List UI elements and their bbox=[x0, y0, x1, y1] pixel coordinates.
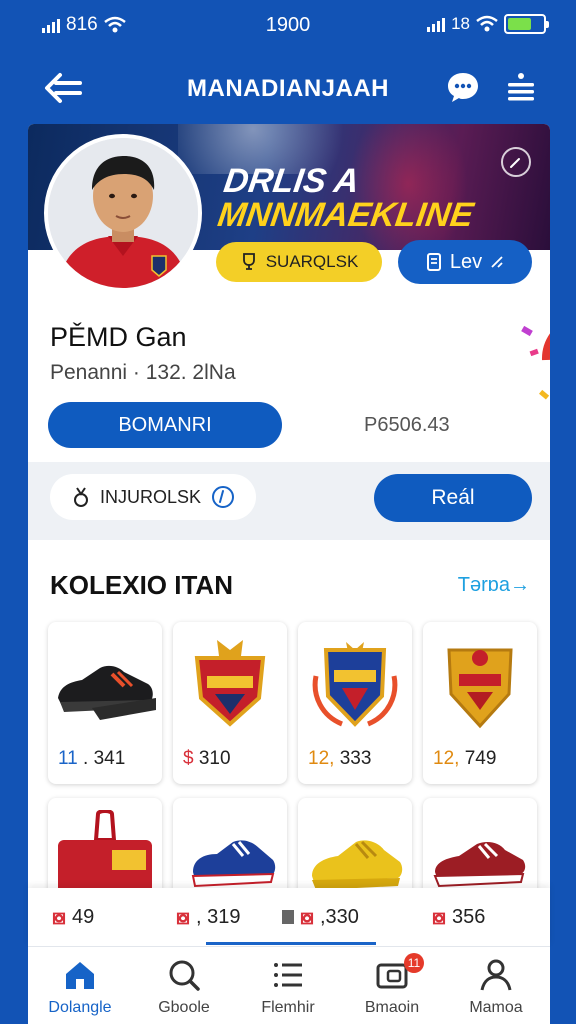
injury-label: INJUROLSK bbox=[100, 486, 202, 507]
price-value: ,330 bbox=[320, 905, 359, 928]
tab-home[interactable]: Dolangle bbox=[28, 947, 132, 1024]
compass-icon[interactable] bbox=[500, 146, 532, 178]
list-icon bbox=[274, 963, 302, 987]
item-price: 12, 749 bbox=[433, 748, 497, 769]
injury-selector[interactable]: INJUROLSK bbox=[50, 474, 256, 520]
level-button[interactable]: Lev bbox=[398, 240, 532, 284]
edit-icon bbox=[491, 256, 503, 268]
level-icon bbox=[426, 253, 441, 271]
currency-icon: ⧇ bbox=[52, 904, 66, 929]
status-bar: 816 1900 18 bbox=[0, 0, 576, 50]
tab-label: Bmaoin bbox=[364, 999, 420, 1016]
see-all-link[interactable]: Tərɒa→ bbox=[458, 574, 530, 597]
tab-label: Gboole bbox=[158, 999, 210, 1016]
search-icon bbox=[169, 960, 200, 991]
trophy-icon bbox=[242, 253, 255, 270]
level-label: Lev bbox=[449, 250, 483, 273]
menu-icon bbox=[508, 73, 534, 101]
price-value: 49 bbox=[72, 905, 95, 928]
price-item[interactable]: ⧇ 49 bbox=[52, 904, 94, 930]
currency-icon: ⧇ bbox=[176, 904, 190, 929]
collection-item-black-sneaker[interactable]: 11 . 341 bbox=[48, 622, 162, 784]
crest-icon bbox=[447, 648, 513, 729]
price-summary-row: ⧇ 49 ⧇ , 319 ⧇ ,330 ⧇ 356 bbox=[28, 888, 550, 946]
crest-icon bbox=[194, 640, 266, 727]
price-item[interactable]: ⧇ , 319 bbox=[176, 904, 240, 930]
tab-profile[interactable]: Mamoa bbox=[444, 947, 548, 1024]
rank-badge[interactable]: SUARQLSK bbox=[216, 242, 382, 282]
player-subtitle: Penanni · 132. 2lNa bbox=[50, 361, 236, 384]
price-value: , 319 bbox=[196, 905, 241, 928]
signal-icon bbox=[427, 16, 446, 32]
page-title: MANADIANJAAH bbox=[187, 75, 389, 102]
real-button[interactable]: Reál bbox=[374, 474, 532, 522]
item-price: $ 310 bbox=[183, 748, 231, 769]
item-price: 12, 333 bbox=[308, 748, 372, 769]
reference-code: P6506.43 bbox=[364, 414, 450, 436]
price-value: 356 bbox=[452, 905, 486, 928]
bottom-tab-bar: Dolangle Gboole Flemhir 11 Bmaoin Mamoa bbox=[28, 946, 550, 1024]
tab-wallet[interactable]: 11 Bmaoin bbox=[340, 947, 444, 1024]
rank-label: SUARQLSK bbox=[265, 252, 359, 271]
menu-button[interactable] bbox=[504, 70, 538, 104]
currency-icon: ⧇ bbox=[432, 904, 446, 929]
banner-subtitle: MNNMAEKLINE bbox=[215, 196, 476, 234]
tab-list[interactable]: Flemhir bbox=[236, 947, 340, 1024]
price-item[interactable]: ⧇ 356 bbox=[432, 904, 485, 930]
player-photo bbox=[48, 138, 198, 288]
tab-label: Flemhir bbox=[261, 999, 315, 1016]
crest-icon bbox=[312, 642, 398, 727]
collection-item-red-sneaker[interactable] bbox=[423, 798, 537, 898]
currency-icon: ⧇ bbox=[300, 904, 314, 929]
action-strip: INJUROLSK Reál bbox=[28, 462, 550, 540]
collection-item-gold-crest[interactable]: 12, 749 bbox=[423, 622, 537, 784]
collection-item-yellow-sneaker[interactable] bbox=[298, 798, 412, 898]
section-title: KOLEXIO ITAN bbox=[50, 570, 233, 600]
notification-badge: 11 bbox=[404, 953, 424, 973]
collection-item-red-crest[interactable]: $ 310 bbox=[173, 622, 287, 784]
clock-icon bbox=[212, 486, 235, 508]
sneaker-icon bbox=[433, 842, 526, 888]
bag-icon bbox=[58, 810, 152, 894]
player-name: PĚMD Gan bbox=[50, 322, 187, 352]
price-item[interactable]: ⧇ ,330 bbox=[282, 904, 359, 930]
collection-item-blue-crest[interactable]: 12, 333 bbox=[298, 622, 412, 784]
tab-label: Mamoa bbox=[469, 999, 523, 1016]
tag-icon bbox=[282, 910, 294, 924]
sneaker-icon bbox=[58, 665, 156, 720]
signal-text: 18 bbox=[451, 14, 470, 33]
tab-search[interactable]: Gboole bbox=[132, 947, 236, 1024]
collection-item-blue-sneaker[interactable] bbox=[173, 798, 287, 898]
home-icon bbox=[66, 962, 94, 989]
avatar bbox=[44, 134, 202, 292]
battery-icon bbox=[504, 14, 549, 34]
sneaker-icon bbox=[312, 840, 403, 890]
chat-icon bbox=[448, 73, 478, 102]
chat-button[interactable] bbox=[446, 70, 480, 104]
primary-action-button[interactable]: BOMANRI bbox=[48, 402, 282, 448]
app-bar: MANADIANJAAH bbox=[0, 58, 576, 118]
item-price: 11 . 341 bbox=[58, 748, 126, 769]
wifi-icon bbox=[476, 15, 498, 32]
medal-icon bbox=[74, 487, 88, 507]
scroll-indicator bbox=[206, 942, 376, 945]
sneaker-icon bbox=[191, 840, 276, 888]
confetti-decoration bbox=[521, 325, 550, 400]
collection-item-red-bag[interactable] bbox=[48, 798, 162, 898]
person-icon bbox=[480, 959, 512, 991]
status-right: 18 bbox=[427, 14, 549, 34]
tab-label: Dolangle bbox=[48, 999, 112, 1016]
